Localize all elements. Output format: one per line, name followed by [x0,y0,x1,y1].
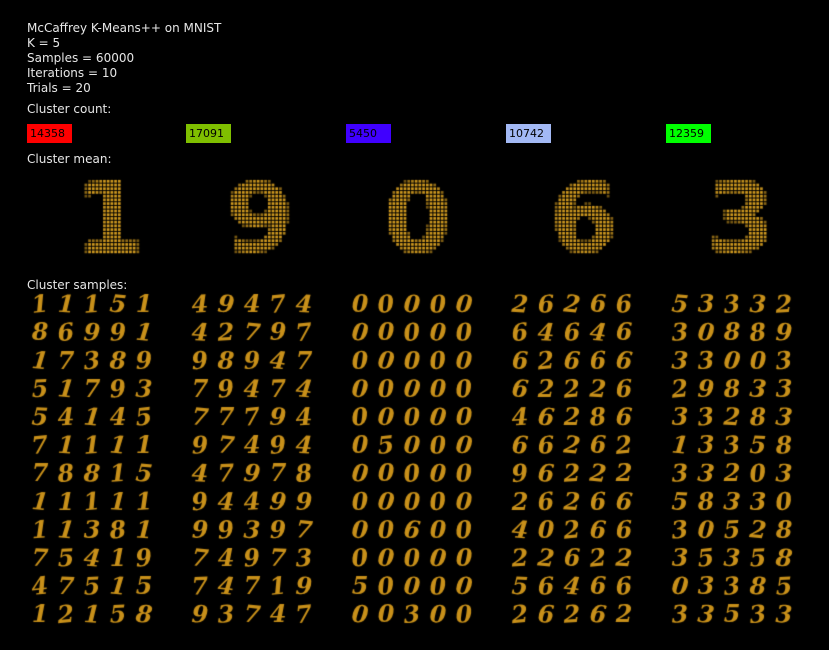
cluster-mean-image-3 [366,172,470,276]
cluster-mean-image-2 [208,172,312,276]
cluster-count-badge-3: 5450 [346,124,391,143]
samples-value: Samples = 60000 [27,51,135,65]
iterations-value: Iterations = 10 [27,66,118,80]
cluster-mean-image-5 [689,172,793,276]
cluster-count-badge-5: 12359 [666,124,711,143]
cluster-samples-grid-4 [507,290,647,630]
cluster-mean-image-1 [58,172,162,276]
cluster-count-badge-2: 17091 [186,124,231,143]
cluster-count-badge-4: 10742 [506,124,551,143]
trials-value: Trials = 20 [27,81,91,95]
app-title: McCaffrey K-Means++ on MNIST [27,21,222,35]
cluster-count-badge-1: 14358 [27,124,72,143]
cluster-mean-label: Cluster mean: [27,152,112,166]
cluster-mean-image-4 [532,172,636,276]
cluster-samples-grid-2 [187,290,327,630]
header-info: McCaffrey K-Means++ on MNIST K = 5 Sampl… [27,21,221,96]
k-value: K = 5 [27,36,61,50]
cluster-samples-grid-1 [27,290,167,630]
cluster-count-label: Cluster count: [27,102,112,116]
cluster-samples-grid-3 [347,290,487,630]
cluster-samples-grid-5 [667,290,807,630]
